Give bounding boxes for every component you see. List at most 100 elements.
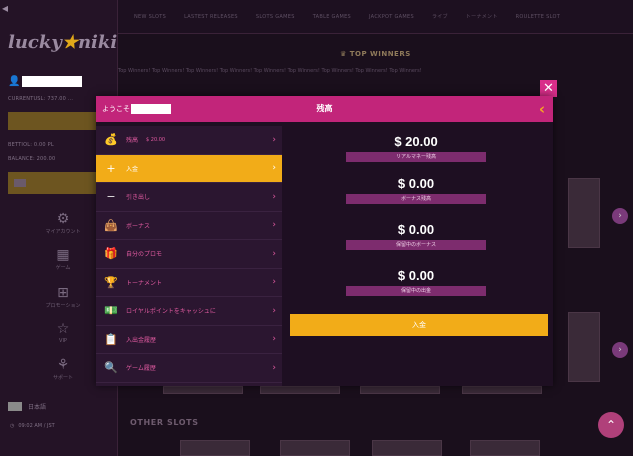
balance-amount: $ 20.00 bbox=[394, 134, 438, 149]
menu-item-value: $ 20.00 bbox=[146, 136, 166, 143]
menu-item-bonus[interactable]: 👜 ボーナス › bbox=[96, 212, 282, 240]
game-tile[interactable] bbox=[470, 440, 540, 456]
clipboard-icon: 📋 bbox=[104, 332, 118, 346]
menu-item-label: 入金 bbox=[126, 165, 139, 173]
sidebar-item-label: VIP bbox=[59, 338, 67, 344]
game-tile[interactable] bbox=[568, 312, 600, 382]
sidebar-item-account[interactable]: ⚙ マイアカウント bbox=[28, 212, 98, 235]
scroll-top-icon[interactable]: ⌃ bbox=[598, 412, 624, 438]
menu-item-label: 残高 bbox=[126, 137, 139, 145]
money-bag-icon: 💰 bbox=[104, 133, 118, 147]
menu-item-label: ボーナス bbox=[126, 222, 151, 230]
star-icon: ☆ bbox=[56, 321, 70, 337]
game-tile[interactable] bbox=[260, 386, 340, 394]
nav-item[interactable]: トーナメント bbox=[466, 13, 498, 20]
close-icon[interactable]: ✕ bbox=[540, 80, 557, 97]
top-navigation: NEW SLOTS LASTEST RELEASES SLOTS GAMES T… bbox=[118, 0, 633, 34]
menu-item-withdraw[interactable]: − 引き出し › bbox=[96, 183, 282, 212]
menu-item-game-history[interactable]: 🔍 ゲーム履歴 › bbox=[96, 354, 282, 383]
menu-item-label: ロイヤルポイントをキャッシュに bbox=[126, 308, 216, 316]
nav-item[interactable]: ROULETTE SLOT bbox=[516, 14, 560, 20]
chevron-right-icon: › bbox=[272, 163, 276, 174]
sidebar-item-games[interactable]: ▦ ゲーム bbox=[28, 248, 98, 271]
carousel-next-icon[interactable]: › bbox=[612, 208, 628, 224]
sidebar-item-support[interactable]: ⚘ サポート bbox=[28, 358, 98, 381]
balance-label: ボーナス残高 bbox=[346, 194, 486, 204]
logo-main-text: lucky bbox=[8, 32, 62, 53]
back-arrow-icon[interactable]: ◂ bbox=[2, 1, 8, 15]
balance-label: リアルマネー残高 bbox=[346, 152, 486, 162]
logo-star-icon: ★ bbox=[61, 32, 78, 53]
chevron-right-icon: › bbox=[272, 334, 276, 345]
game-tile[interactable] bbox=[372, 440, 442, 456]
other-slots-heading: OTHER SLOTS bbox=[130, 418, 199, 427]
game-tile[interactable] bbox=[360, 386, 440, 394]
clock: ◷ 09:02 AM / JST bbox=[10, 423, 55, 429]
balance-bonus: $ 0.00 ボーナス残高 bbox=[346, 176, 486, 204]
nav-item[interactable]: SLOTS GAMES bbox=[256, 14, 295, 20]
game-tile[interactable] bbox=[180, 440, 250, 456]
nav-item[interactable]: ライブ bbox=[432, 13, 448, 20]
flag-icon bbox=[8, 402, 22, 411]
chevron-right-icon: › bbox=[272, 191, 276, 202]
chevron-right-icon: › bbox=[272, 362, 276, 373]
balance-modal: ようこそ 残高 ‹ 💰 残高 $ 20.00 › + 入金 › − 引き出し ›… bbox=[96, 96, 553, 386]
menu-item-label: ゲーム履歴 bbox=[126, 365, 156, 373]
carousel-next-icon[interactable]: › bbox=[612, 342, 628, 358]
top-winners-heading: ♛ TOP WINNERS bbox=[340, 50, 411, 58]
clock-text: 09:02 AM / JST bbox=[18, 423, 55, 429]
nav-item[interactable]: TABLE GAMES bbox=[313, 14, 351, 20]
deposit-button[interactable]: 入金 bbox=[290, 314, 548, 336]
nav-item[interactable]: NEW SLOTS bbox=[134, 14, 166, 20]
chevron-right-icon: › bbox=[272, 220, 276, 231]
modal-title: 残高 bbox=[316, 104, 333, 113]
menu-item-label: 自分のプロモ bbox=[126, 251, 163, 259]
menu-item-loyalty-cash[interactable]: 💵 ロイヤルポイントをキャッシュに › bbox=[96, 297, 282, 326]
bag-icon: 👜 bbox=[104, 218, 118, 232]
currency-line: CURRENTUSL: 737.00 ... bbox=[8, 96, 74, 102]
logo[interactable]: lucky★niki bbox=[8, 32, 117, 53]
game-tile[interactable] bbox=[163, 386, 243, 394]
bet-line: BETTIOL: 0.00 PL bbox=[8, 142, 54, 148]
menu-item-tournaments[interactable]: 🏆 トーナメント › bbox=[96, 269, 282, 297]
nav-item[interactable]: LASTEST RELEASES bbox=[184, 14, 238, 20]
chevron-left-icon[interactable]: ‹ bbox=[539, 100, 545, 118]
search-icon: 🔍 bbox=[104, 361, 118, 375]
menu-item-my-promos[interactable]: 🎁 自分のプロモ › bbox=[96, 240, 282, 269]
card-icon bbox=[14, 179, 26, 187]
menu-item-balance[interactable]: 💰 残高 $ 20.00 › bbox=[96, 126, 282, 155]
balance-label: 保留中のボーナス bbox=[346, 240, 486, 250]
menu-item-transactions[interactable]: 📋 入出金履歴 › bbox=[96, 326, 282, 354]
sidebar-item-label: サポート bbox=[52, 375, 73, 381]
balance-pending-withdrawal: $ 0.00 保留中の出金 bbox=[346, 268, 486, 296]
chevron-right-icon: › bbox=[272, 277, 276, 288]
game-tile[interactable] bbox=[568, 178, 600, 248]
balance-label: 保留中の出金 bbox=[346, 286, 486, 296]
menu-item-label: 引き出し bbox=[126, 194, 151, 202]
user-row: 👤 bbox=[8, 76, 82, 87]
game-tile[interactable] bbox=[280, 440, 350, 456]
sidebar-item-label: マイアカウント bbox=[45, 229, 81, 235]
winners-ticker: Top Winners! Top Winners! Top Winners! T… bbox=[118, 68, 422, 74]
language-label: 日本語 bbox=[28, 404, 47, 411]
nav-item[interactable]: JACKPOT GAMES bbox=[369, 14, 414, 20]
sidebar-item-promotions[interactable]: ⊞ プロモーション bbox=[28, 286, 98, 309]
clock-icon: ◷ bbox=[10, 423, 15, 429]
balance-panel: $ 20.00 リアルマネー残高 $ 0.00 ボーナス残高 $ 0.00 保留… bbox=[282, 126, 553, 386]
sidebar-item-vip[interactable]: ☆ VIP bbox=[28, 322, 98, 344]
logo-accent-text: niki bbox=[77, 32, 118, 53]
menu-item-deposit[interactable]: + 入金 › bbox=[96, 154, 282, 183]
top-winners-label: TOP WINNERS bbox=[349, 50, 411, 58]
language-selector[interactable]: 日本語 bbox=[8, 402, 46, 411]
balance-amount: $ 0.00 bbox=[397, 222, 435, 237]
support-icon: ⚘ bbox=[56, 357, 70, 373]
user-icon: 👤 bbox=[8, 75, 21, 87]
balance-real: $ 20.00 リアルマネー残高 bbox=[346, 134, 486, 162]
chevron-right-icon: › bbox=[272, 305, 276, 316]
gift-icon: ⊞ bbox=[57, 285, 69, 301]
minus-icon: − bbox=[106, 190, 116, 204]
plus-icon: + bbox=[106, 161, 116, 175]
trophy-icon: 🏆 bbox=[104, 275, 118, 289]
menu-item-label: 入出金履歴 bbox=[126, 336, 157, 344]
game-tile[interactable] bbox=[462, 386, 542, 394]
